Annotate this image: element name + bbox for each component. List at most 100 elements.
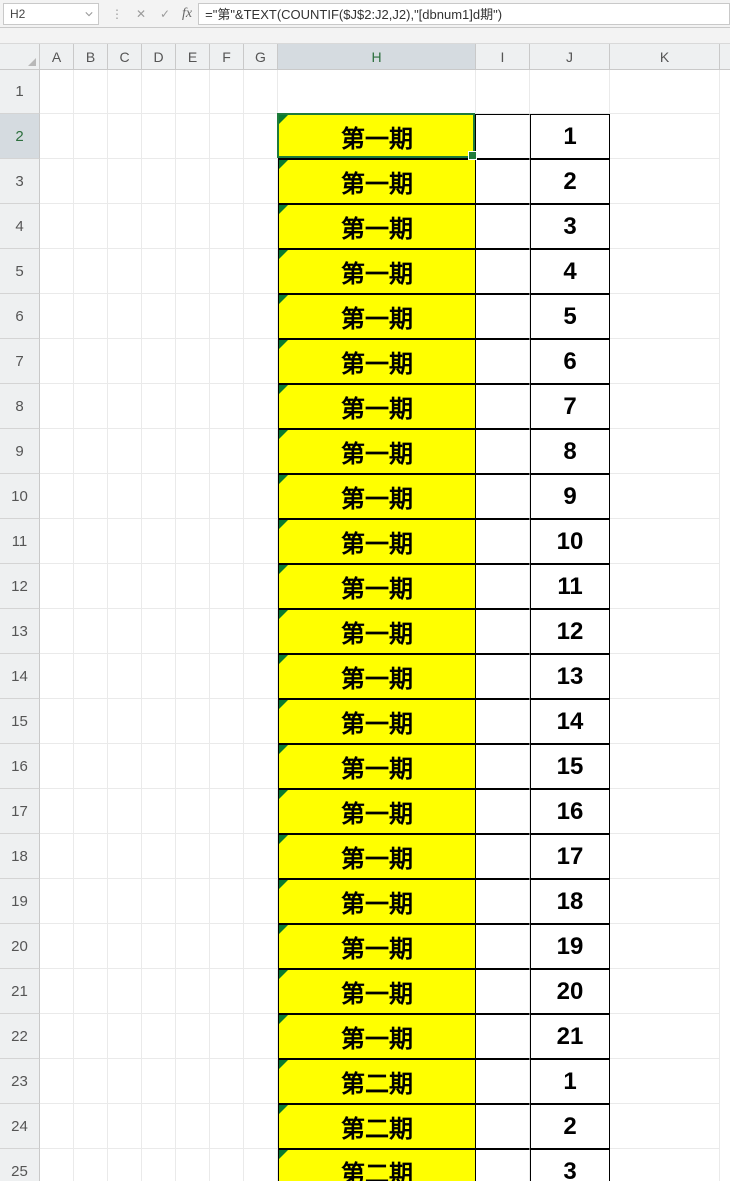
row-header[interactable]: 8 (0, 384, 40, 429)
cell[interactable] (74, 1104, 108, 1149)
cell[interactable] (210, 879, 244, 924)
cell[interactable] (244, 564, 278, 609)
cell[interactable] (244, 969, 278, 1014)
cell[interactable] (176, 924, 210, 969)
cell[interactable] (210, 834, 244, 879)
cell[interactable] (74, 654, 108, 699)
cell[interactable] (610, 114, 720, 159)
cell[interactable] (40, 384, 74, 429)
cell[interactable] (108, 834, 142, 879)
cell[interactable] (142, 249, 176, 294)
cell[interactable]: 10 (530, 519, 610, 564)
cell[interactable] (476, 879, 530, 924)
cell[interactable] (142, 384, 176, 429)
cell[interactable]: 第一期 (278, 204, 476, 249)
cell[interactable] (610, 519, 720, 564)
cell[interactable] (74, 429, 108, 474)
cell[interactable] (610, 879, 720, 924)
cell[interactable] (210, 384, 244, 429)
cell[interactable] (74, 159, 108, 204)
cell[interactable] (244, 519, 278, 564)
cell[interactable] (142, 609, 176, 654)
cell[interactable] (610, 789, 720, 834)
cell[interactable] (108, 384, 142, 429)
cell[interactable] (74, 924, 108, 969)
cell[interactable]: 4 (530, 249, 610, 294)
cell[interactable]: 第一期 (278, 114, 476, 159)
cell[interactable] (176, 339, 210, 384)
row-header[interactable]: 17 (0, 789, 40, 834)
cell[interactable] (74, 70, 108, 114)
cell[interactable] (40, 924, 74, 969)
cell[interactable] (244, 654, 278, 699)
cell[interactable] (176, 204, 210, 249)
cell[interactable] (108, 699, 142, 744)
cell[interactable] (142, 1059, 176, 1104)
cell[interactable] (244, 744, 278, 789)
cell[interactable] (610, 474, 720, 519)
cell[interactable] (74, 249, 108, 294)
cell[interactable] (74, 879, 108, 924)
cell[interactable] (244, 114, 278, 159)
cell[interactable] (176, 474, 210, 519)
cell[interactable] (610, 834, 720, 879)
cell[interactable] (244, 789, 278, 834)
cell[interactable] (210, 339, 244, 384)
cell[interactable]: 2 (530, 1104, 610, 1149)
cell[interactable]: 第一期 (278, 969, 476, 1014)
cell[interactable]: 第二期 (278, 1059, 476, 1104)
spreadsheet[interactable]: ABCDEFGHIJK 12第一期13第一期24第一期35第一期46第一期57第… (0, 44, 730, 1181)
cell[interactable]: 第二期 (278, 1149, 476, 1181)
cell[interactable] (74, 699, 108, 744)
cell[interactable] (40, 564, 74, 609)
cell[interactable] (476, 744, 530, 789)
cell[interactable] (610, 1149, 720, 1181)
cell[interactable] (142, 969, 176, 1014)
cell[interactable] (108, 1149, 142, 1181)
cell[interactable] (40, 744, 74, 789)
cell[interactable] (176, 1104, 210, 1149)
row-header[interactable]: 22 (0, 1014, 40, 1059)
cell[interactable]: 第一期 (278, 654, 476, 699)
cell[interactable] (142, 204, 176, 249)
row-header[interactable]: 2 (0, 114, 40, 159)
cell[interactable] (244, 339, 278, 384)
cell[interactable] (610, 969, 720, 1014)
cell[interactable] (530, 70, 610, 114)
row-header[interactable]: 15 (0, 699, 40, 744)
cell[interactable] (610, 249, 720, 294)
cell[interactable] (610, 429, 720, 474)
cell[interactable] (176, 384, 210, 429)
formula-input[interactable]: ="第"&TEXT(COUNTIF($J$2:J2,J2),"[dbnum1]d… (198, 3, 730, 25)
column-header-D[interactable]: D (142, 44, 176, 69)
cell[interactable] (176, 699, 210, 744)
cell[interactable] (176, 879, 210, 924)
cell[interactable] (610, 70, 720, 114)
cell[interactable] (210, 1149, 244, 1181)
cell[interactable] (210, 564, 244, 609)
cell[interactable] (610, 654, 720, 699)
cell[interactable] (142, 744, 176, 789)
cell[interactable] (610, 204, 720, 249)
cell[interactable]: 第一期 (278, 834, 476, 879)
row-header[interactable]: 3 (0, 159, 40, 204)
cell[interactable] (108, 519, 142, 564)
cell[interactable] (244, 1149, 278, 1181)
cell[interactable] (176, 744, 210, 789)
cell[interactable] (40, 1059, 74, 1104)
cell[interactable] (476, 339, 530, 384)
chevron-down-icon[interactable] (82, 7, 96, 21)
cell[interactable] (476, 834, 530, 879)
cell[interactable] (610, 564, 720, 609)
cell[interactable] (476, 114, 530, 159)
cell[interactable] (142, 699, 176, 744)
cell[interactable] (74, 114, 108, 159)
cell[interactable]: 18 (530, 879, 610, 924)
row-header[interactable]: 9 (0, 429, 40, 474)
row-header[interactable]: 13 (0, 609, 40, 654)
cell[interactable] (210, 159, 244, 204)
cell[interactable] (108, 654, 142, 699)
column-header-C[interactable]: C (108, 44, 142, 69)
cell[interactable] (244, 834, 278, 879)
cell[interactable]: 6 (530, 339, 610, 384)
